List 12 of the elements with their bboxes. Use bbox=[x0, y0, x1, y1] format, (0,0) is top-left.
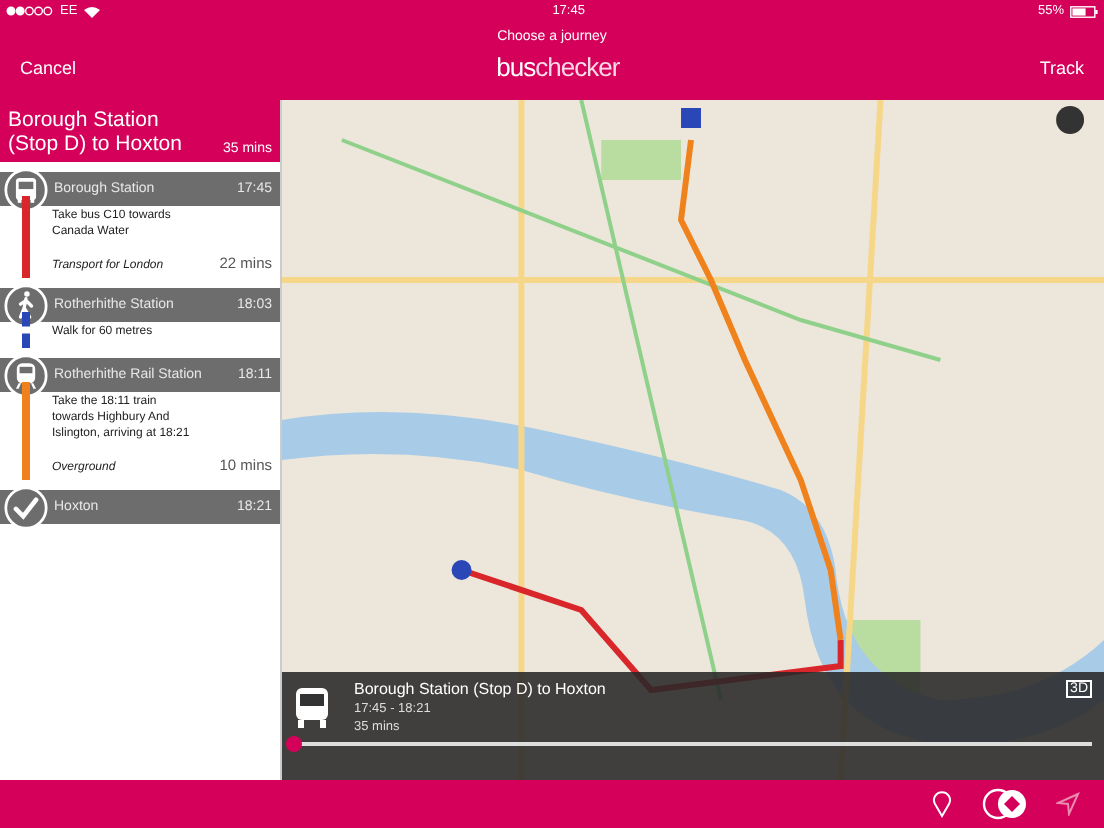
bus-icon bbox=[294, 686, 330, 730]
wifi-icon bbox=[83, 5, 100, 17]
battery-icon bbox=[1070, 5, 1098, 17]
route-icon[interactable] bbox=[980, 788, 1028, 820]
track-button[interactable]: Track bbox=[1039, 57, 1084, 77]
progress-thumb[interactable] bbox=[286, 736, 302, 752]
journey-title: Borough Station (Stop D) to Hoxton bbox=[8, 108, 184, 156]
summary-title: Borough Station (Stop D) to Hoxton bbox=[354, 680, 608, 698]
pin-icon[interactable] bbox=[932, 790, 952, 818]
signal-icon bbox=[6, 6, 54, 16]
app-logo: buschecker bbox=[496, 52, 620, 82]
cancel-button[interactable]: Cancel bbox=[20, 57, 77, 77]
